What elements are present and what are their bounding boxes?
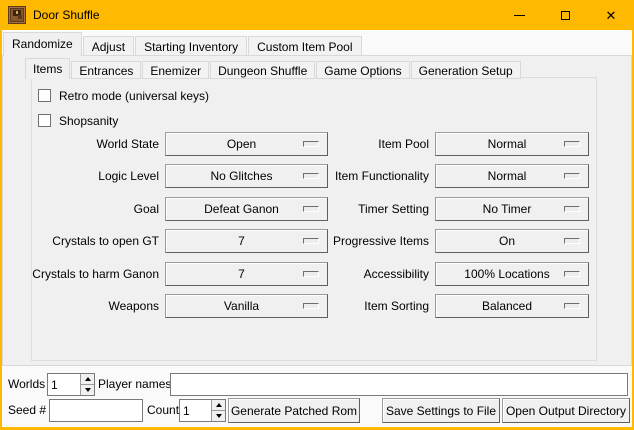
shopsanity-checkbox[interactable]: [38, 114, 51, 127]
timer-setting-dropdown[interactable]: No Timer: [435, 197, 589, 221]
count-label: Count: [147, 399, 179, 422]
progressive-items-label: Progressive Items: [302, 229, 429, 253]
arrow-up-icon: [85, 377, 91, 381]
crystals-open-gt-value: 7: [166, 234, 303, 248]
retro-mode-label: Retro mode (universal keys): [59, 89, 209, 103]
arrow-up-icon: [216, 403, 222, 407]
item-functionality-label: Item Functionality: [302, 164, 429, 188]
app-door-icon: [8, 6, 26, 24]
dropdown-indicator-icon: [564, 303, 580, 309]
weapons-value: Vanilla: [166, 299, 303, 313]
maximize-icon: [561, 11, 570, 20]
tab-entrances[interactable]: Entrances: [71, 61, 141, 79]
accessibility-value: 100% Locations: [436, 267, 564, 281]
worlds-input[interactable]: [48, 374, 80, 395]
seed-label: Seed #: [8, 399, 46, 422]
accessibility-dropdown[interactable]: 100% Locations: [435, 262, 589, 286]
arrow-down-icon: [216, 414, 222, 418]
tab-randomize[interactable]: Randomize: [3, 32, 82, 56]
arrow-down-icon: [85, 388, 91, 392]
dropdown-indicator-icon: [564, 271, 580, 277]
progressive-items-dropdown[interactable]: On: [435, 229, 589, 253]
main-tab-bar: RandomizeAdjustStarting InventoryCustom …: [3, 32, 363, 56]
item-sorting-dropdown[interactable]: Balanced: [435, 294, 589, 318]
count-spinner: [179, 399, 226, 422]
tab-starting-inventory[interactable]: Starting Inventory: [135, 36, 247, 56]
minimize-icon: [514, 15, 525, 16]
items-tab-pane: Retro mode (universal keys) Shopsanity W…: [31, 77, 597, 361]
close-button[interactable]: ✕: [588, 0, 634, 30]
window-controls: ✕: [496, 0, 634, 30]
timer-setting-value: No Timer: [436, 202, 564, 216]
seed-input[interactable]: [49, 399, 143, 422]
item-pool-dropdown[interactable]: Normal: [435, 132, 589, 156]
player-names-label: Player names: [98, 373, 171, 396]
logic-level-label: Logic Level: [32, 164, 159, 188]
tab-generation-setup[interactable]: Generation Setup: [411, 61, 521, 79]
world-state-label: World State: [32, 132, 159, 156]
window-content: RandomizeAdjustStarting InventoryCustom …: [2, 30, 632, 427]
tab-items[interactable]: Items: [25, 58, 70, 79]
item-pool-label: Item Pool: [302, 132, 429, 156]
tab-dungeon-shuffle[interactable]: Dungeon Shuffle: [210, 61, 315, 79]
save-settings-button[interactable]: Save Settings to File: [382, 398, 500, 423]
item-pool-value: Normal: [436, 137, 564, 151]
count-input[interactable]: [180, 400, 211, 421]
goal-label: Goal: [32, 197, 159, 221]
worlds-label: Worlds: [8, 373, 45, 396]
generate-patched-rom-button[interactable]: Generate Patched Rom: [228, 398, 360, 423]
retro-mode-checkbox[interactable]: [38, 89, 51, 102]
shopsanity-label: Shopsanity: [59, 114, 118, 128]
door-shuffle-window: Door Shuffle ✕ RandomizeAdjustStarting I…: [0, 0, 634, 430]
tab-enemizer[interactable]: Enemizer: [142, 61, 209, 79]
tab-game-options[interactable]: Game Options: [316, 61, 409, 79]
dropdown-indicator-icon: [564, 238, 580, 244]
dropdown-indicator-icon: [564, 173, 580, 179]
tab-custom-item-pool[interactable]: Custom Item Pool: [248, 36, 361, 56]
item-sorting-value: Balanced: [436, 299, 564, 313]
player-names-input[interactable]: [170, 373, 628, 396]
close-icon: ✕: [606, 9, 617, 22]
title-bar[interactable]: Door Shuffle ✕: [0, 0, 634, 30]
crystals-harm-ganon-label: Crystals to harm Ganon: [26, 262, 159, 286]
worlds-spinner: [47, 373, 95, 396]
tab-adjust[interactable]: Adjust: [83, 36, 134, 56]
crystals-open-gt-label: Crystals to open GT: [32, 229, 159, 253]
world-state-value: Open: [166, 137, 303, 151]
item-sorting-label: Item Sorting: [302, 294, 429, 318]
shopsanity-checkbox-row: Shopsanity: [38, 113, 118, 128]
randomize-sub-tab-bar: ItemsEntrancesEnemizerDungeon ShuffleGam…: [25, 58, 522, 78]
item-functionality-value: Normal: [436, 169, 564, 183]
dropdown-indicator-icon: [564, 141, 580, 147]
worlds-spin-down[interactable]: [81, 385, 94, 395]
crystals-harm-ganon-value: 7: [166, 267, 303, 281]
maximize-button[interactable]: [542, 0, 588, 30]
worlds-spin-arrows: [80, 374, 94, 395]
count-spin-up[interactable]: [212, 400, 225, 411]
retro-mode-checkbox-row: Retro mode (universal keys): [38, 88, 209, 103]
count-spin-down[interactable]: [212, 411, 225, 421]
timer-setting-label: Timer Setting: [302, 197, 429, 221]
worlds-spin-up[interactable]: [81, 374, 94, 385]
weapons-label: Weapons: [32, 294, 159, 318]
window-title: Door Shuffle: [33, 0, 100, 30]
item-functionality-dropdown[interactable]: Normal: [435, 164, 589, 188]
open-output-directory-button[interactable]: Open Output Directory: [502, 398, 630, 423]
dropdown-indicator-icon: [564, 206, 580, 212]
goal-value: Defeat Ganon: [166, 202, 303, 216]
minimize-button[interactable]: [496, 0, 542, 30]
count-spin-arrows: [211, 400, 225, 421]
progressive-items-value: On: [436, 234, 564, 248]
logic-level-value: No Glitches: [166, 169, 303, 183]
accessibility-label: Accessibility: [302, 262, 429, 286]
